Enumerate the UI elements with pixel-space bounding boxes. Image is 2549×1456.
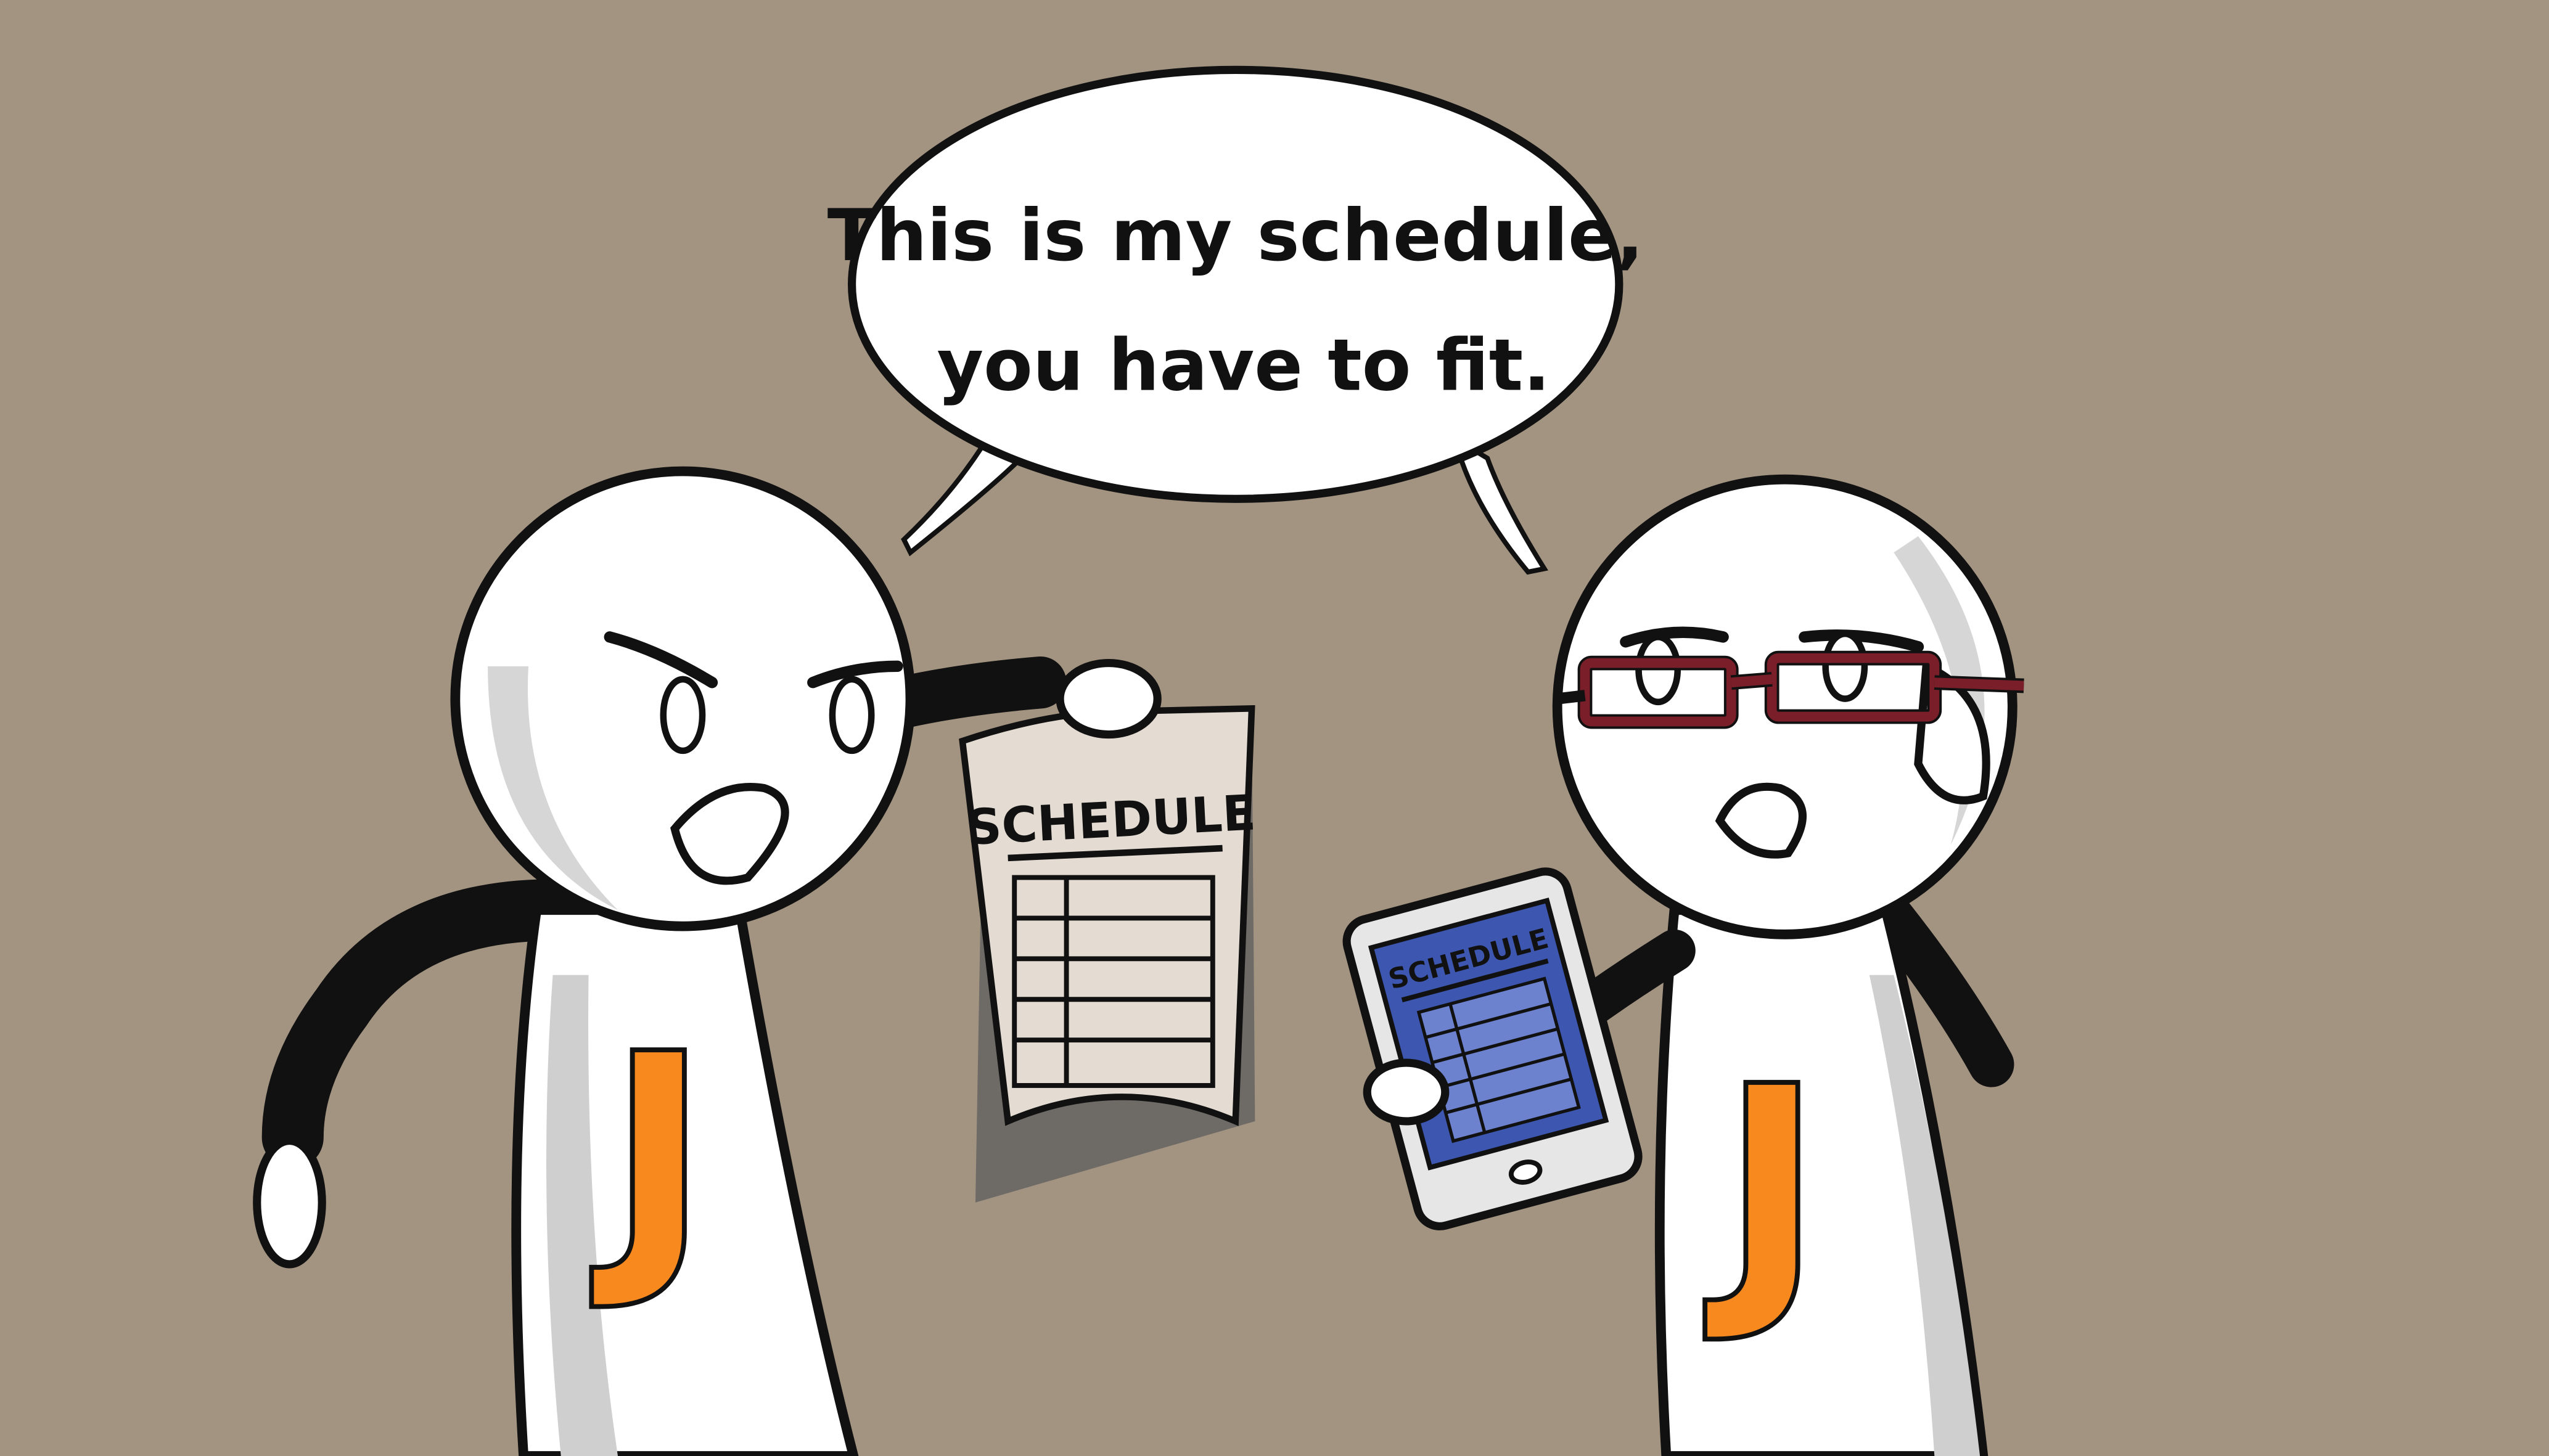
left-hand [253,1136,326,1269]
right-hand-tablet [1363,1058,1450,1126]
speech-line-2: you have to fit. [937,324,1551,407]
paper-schedule: SCHEDULE [959,658,1257,1203]
left-eye-right [829,676,875,755]
left-shirt-letter: J [590,995,710,1317]
right-eye-right [1822,630,1868,702]
paper-sheet [959,705,1255,1126]
left-eye-left [660,676,706,755]
left-hand-holding-paper [1056,658,1162,739]
speech-line-1: This is my schedule, [827,194,1644,277]
comic-scene: This is my schedule, you have to fit. J … [0,0,2549,1456]
right-shirt-letter: J [1703,1028,1823,1349]
